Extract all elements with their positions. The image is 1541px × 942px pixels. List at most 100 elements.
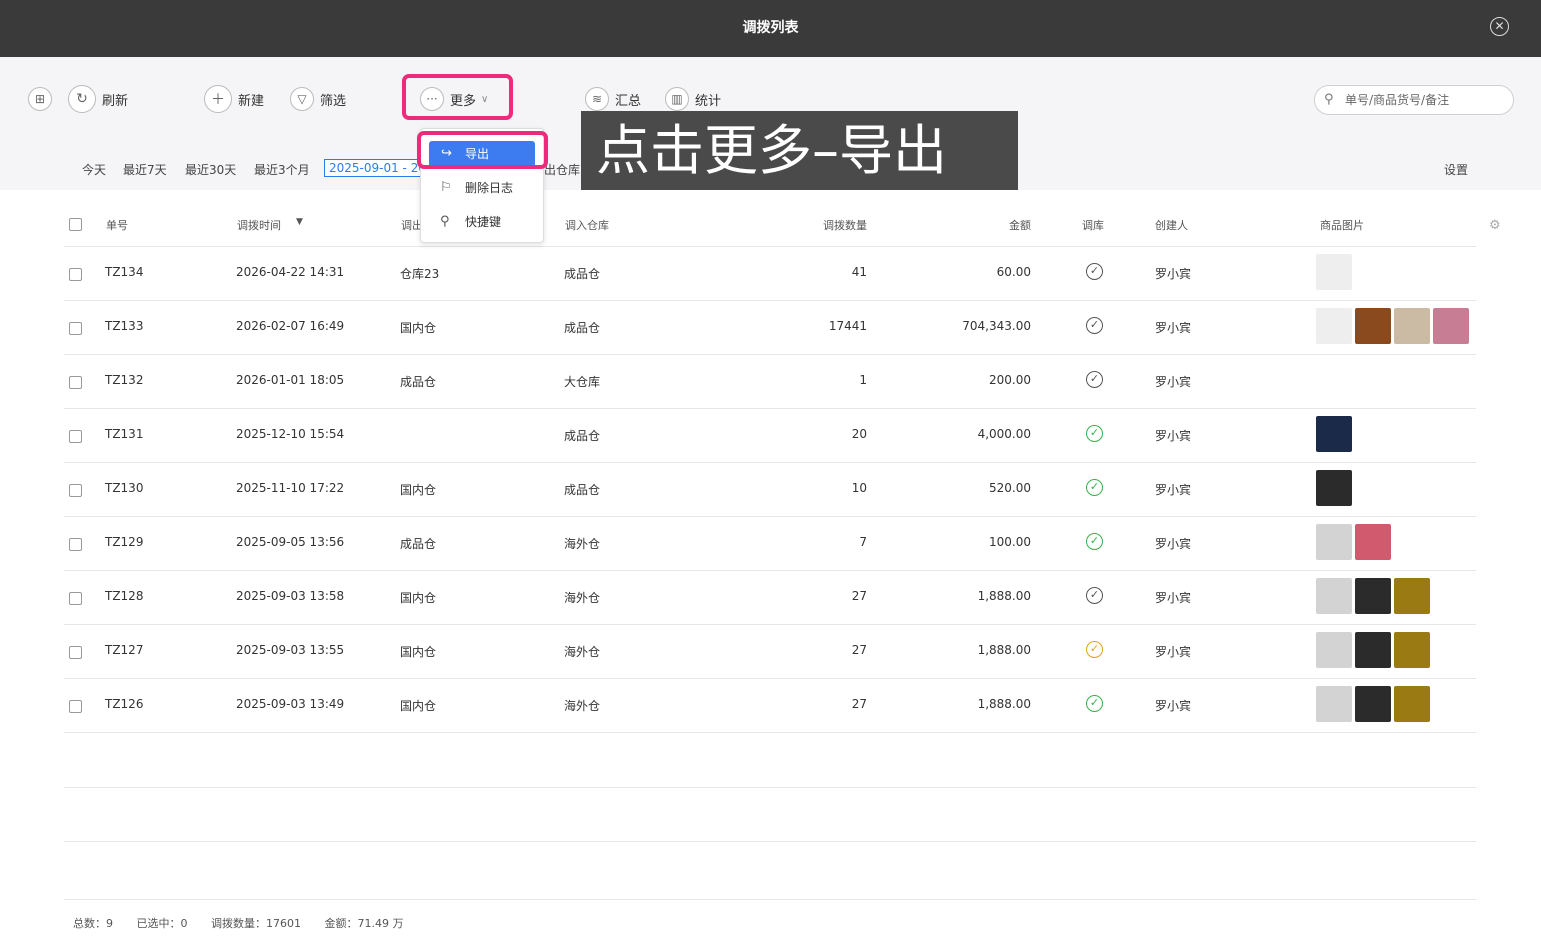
filter-last3m[interactable]: 最近3个月 [254,161,310,178]
cell-no: TZ128 [105,589,144,603]
cell-no: TZ133 [105,319,144,333]
cell-creator: 罗小宾 [1155,375,1192,389]
filter-today[interactable]: 今天 [82,161,106,178]
product-thumbnail[interactable] [1355,578,1391,614]
row-checkbox[interactable] [69,430,82,443]
status-check-icon: ✓ [1086,533,1103,550]
row-divider [64,678,1476,679]
refresh-button[interactable]: ↻ 刷新 [68,84,128,114]
menu-item-delete-log[interactable]: ⚐ 删除日志 [421,175,543,201]
cell-time: 2026-04-22 14:31 [236,265,345,279]
col-out: 调出仓库 [401,219,421,232]
row-divider [64,624,1476,625]
grid-view-button[interactable]: ⊞ [28,84,58,114]
row-checkbox[interactable] [69,700,82,713]
filter-button[interactable]: ▽ 筛选 [290,84,346,114]
product-thumbnail[interactable] [1355,308,1391,344]
filter-last30[interactable]: 最近30天 [185,161,236,178]
filter-last7[interactable]: 最近7天 [123,161,167,178]
cell-out: 仓库23 [400,267,440,281]
new-label: 新建 [238,93,265,109]
status-check-icon: ✓ [1086,641,1103,658]
product-thumbnail[interactable] [1316,578,1352,614]
new-button[interactable]: ＋ 新建 [204,84,264,114]
filter-settings[interactable]: 设置 [1444,161,1468,178]
cell-out: 国内仓 [400,645,437,659]
date-range-input[interactable]: 2025-09-01 - 2026-04-22 [324,159,424,177]
col-time[interactable]: 调拨时间 [237,217,281,233]
cell-amount: 60.00 [996,265,1031,279]
product-thumbnail[interactable] [1316,470,1352,506]
cell-amount: 1,888.00 [977,643,1031,657]
row-checkbox[interactable] [69,484,82,497]
funnel-icon: ▽ [290,87,314,111]
status-check-icon: ✓ [1086,587,1103,604]
product-thumbnail[interactable] [1355,632,1391,668]
product-thumbnail[interactable] [1316,416,1352,452]
cell-amount: 520.00 [989,481,1031,495]
cell-amount: 100.00 [989,535,1031,549]
col-audit: 调库 [1082,219,1104,232]
summary-button[interactable]: ≋ 汇总 [585,84,641,114]
cell-time: 2025-09-03 13:49 [236,697,345,711]
cell-in: 成品仓 [564,321,601,335]
row-checkbox[interactable] [69,376,82,389]
col-in: 调入仓库 [565,219,609,232]
instruction-tooltip: 点击更多–导出 [581,111,1018,190]
product-thumbnail[interactable] [1316,524,1352,560]
cell-time: 2025-12-10 15:54 [236,427,345,441]
row-checkbox[interactable] [69,646,82,659]
sort-desc-icon[interactable]: ▼ [296,217,303,227]
window-title: 调拨列表 [742,20,799,36]
status-check-icon: ✓ [1086,317,1103,334]
row-divider [64,787,1476,788]
product-thumbnail[interactable] [1316,632,1352,668]
row-checkbox[interactable] [69,268,82,281]
cell-creator: 罗小宾 [1155,483,1192,497]
stats-button[interactable]: ▥ 统计 [665,84,721,114]
menu-item-shortcut[interactable]: ⚲ 快捷键 [421,209,543,235]
cell-in: 成品仓 [564,483,601,497]
product-thumbnail[interactable] [1316,686,1352,722]
row-divider [64,570,1476,571]
status-check-icon: ✓ [1086,371,1103,388]
row-divider [64,354,1476,355]
product-thumbnail[interactable] [1394,632,1430,668]
cell-no: TZ129 [105,535,144,549]
cell-in: 成品仓 [564,429,601,443]
col-qty: 调拨数量 [823,219,867,232]
product-thumbnail[interactable] [1316,308,1352,344]
row-divider [64,732,1476,733]
status-check-icon: ✓ [1086,695,1103,712]
row-checkbox[interactable] [69,322,82,335]
cell-creator: 罗小宾 [1155,321,1192,335]
select-all-checkbox[interactable] [69,218,82,231]
product-thumbnail[interactable] [1433,308,1469,344]
footer-qty: 调拨数量：17601 [211,917,301,930]
cell-no: TZ126 [105,697,144,711]
cell-creator: 罗小宾 [1155,591,1192,605]
cell-time: 2025-09-03 13:58 [236,589,345,603]
status-check-icon: ✓ [1086,263,1103,280]
cell-time: 2025-11-10 17:22 [236,481,345,495]
row-checkbox[interactable] [69,538,82,551]
product-thumbnail[interactable] [1394,578,1430,614]
cell-in: 海外仓 [564,591,601,605]
cell-in: 海外仓 [564,537,601,551]
product-thumbnail[interactable] [1355,524,1391,560]
cell-time: 2026-01-01 18:05 [236,373,345,387]
row-checkbox[interactable] [69,592,82,605]
cell-in: 海外仓 [564,699,601,713]
product-thumbnail[interactable] [1394,308,1430,344]
product-thumbnail[interactable] [1394,686,1430,722]
cell-creator: 罗小宾 [1155,267,1192,281]
cell-time: 2025-09-05 13:56 [236,535,345,549]
product-thumbnail[interactable] [1355,686,1391,722]
gear-icon[interactable]: ⚙ [1489,218,1501,233]
summary-label: 汇总 [615,93,642,109]
cell-out: 成品仓 [400,537,437,551]
search-input[interactable]: ⚲ 单号/商品货号/备注 [1314,85,1514,115]
close-icon[interactable]: ✕ [1490,17,1509,36]
product-thumbnail[interactable] [1316,254,1352,290]
refresh-icon: ↻ [68,85,96,113]
